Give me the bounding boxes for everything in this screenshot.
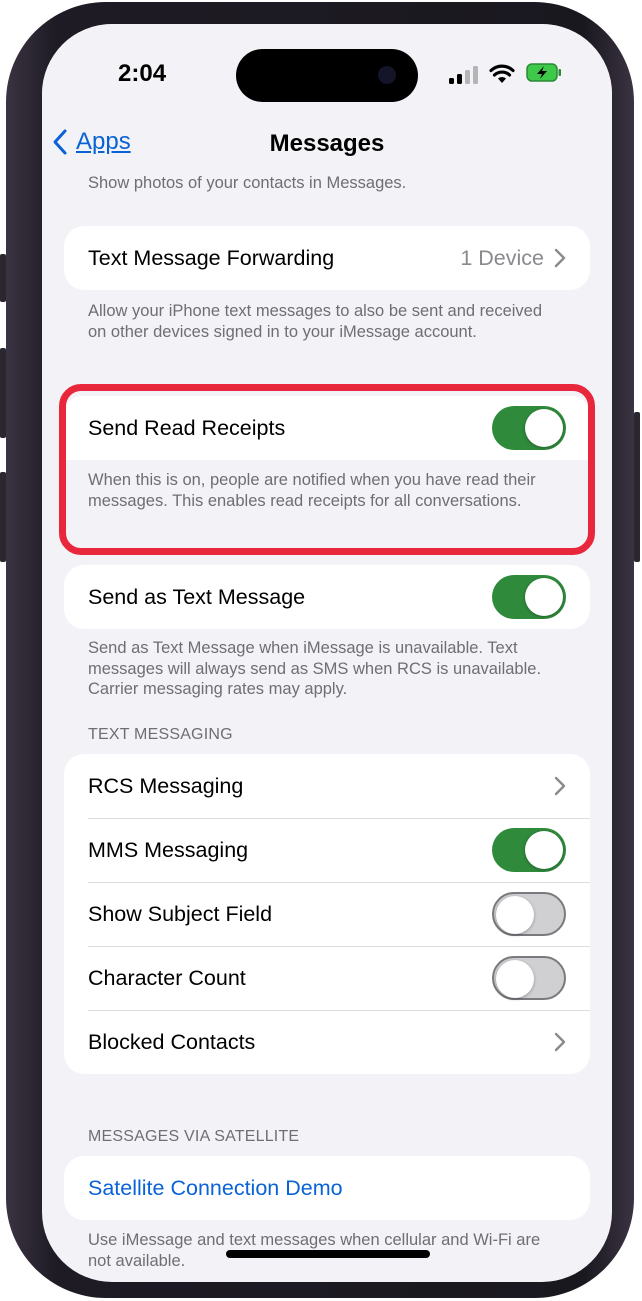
camera-icon	[378, 66, 396, 84]
cellular-signal-icon	[449, 66, 479, 84]
chevron-right-icon	[554, 248, 566, 268]
status-time: 2:04	[118, 60, 167, 87]
mms-messaging-label: MMS Messaging	[88, 837, 249, 862]
character-count-label: Character Count	[88, 965, 246, 990]
blocked-contacts-label: Blocked Contacts	[88, 1029, 256, 1054]
mms-messaging-toggle[interactable]	[492, 828, 566, 872]
forwarding-label: Text Message Forwarding	[88, 245, 335, 270]
satellite-demo-row[interactable]: Satellite Connection Demo	[64, 1156, 590, 1220]
send-as-text-toggle[interactable]	[492, 575, 566, 619]
forwarding-value: 1 Device	[460, 245, 544, 270]
text-messaging-group: RCS Messaging MMS Messaging Show Subject…	[64, 754, 590, 1074]
send-as-text-row[interactable]: Send as Text Message	[64, 565, 590, 629]
satellite-header: MESSAGES VIA SATELLITE	[88, 1128, 300, 1145]
volume-down-button	[0, 472, 6, 562]
action-button	[0, 254, 6, 302]
settings-content[interactable]: Show photos of your contacts in Messages…	[42, 24, 612, 1282]
highlight-box	[59, 384, 595, 555]
forwarding-group: Text Message Forwarding 1 Device	[64, 226, 590, 290]
show-subject-field-toggle[interactable]	[492, 892, 566, 936]
show-subject-field-row[interactable]: Show Subject Field	[64, 882, 590, 946]
send-as-text-footnote: Send as Text Message when iMessage is un…	[88, 639, 542, 698]
dynamic-island	[236, 49, 418, 102]
phone-frame: Show photos of your contacts in Messages…	[0, 2, 640, 1298]
rcs-messaging-row[interactable]: RCS Messaging	[64, 754, 590, 818]
satellite-group: Satellite Connection Demo	[64, 1156, 590, 1220]
battery-charging-icon	[526, 63, 561, 82]
contact-photos-footnote: Show photos of your contacts in Messages…	[88, 174, 407, 192]
power-button	[634, 412, 640, 562]
forwarding-footnote: Allow your iPhone text messages to also …	[88, 302, 543, 341]
chevron-right-icon	[554, 1032, 566, 1052]
satellite-demo-link[interactable]: Satellite Connection Demo	[88, 1176, 566, 1201]
home-indicator[interactable]	[226, 1250, 430, 1258]
page-title: Messages	[269, 130, 385, 157]
character-count-toggle[interactable]	[492, 956, 566, 1000]
send-as-text-label: Send as Text Message	[88, 584, 306, 609]
send-as-text-group: Send as Text Message	[64, 565, 590, 629]
wifi-icon	[489, 64, 515, 83]
blocked-contacts-row[interactable]: Blocked Contacts	[64, 1010, 590, 1074]
mms-messaging-row[interactable]: MMS Messaging	[64, 818, 590, 882]
text-messaging-header: TEXT MESSAGING	[88, 726, 233, 743]
chevron-right-icon	[554, 776, 566, 796]
text-message-forwarding-row[interactable]: Text Message Forwarding 1 Device	[64, 226, 590, 290]
navigation-bar: Apps Messages	[42, 119, 612, 175]
rcs-messaging-label: RCS Messaging	[88, 773, 244, 798]
show-subject-field-label: Show Subject Field	[88, 901, 273, 926]
volume-up-button	[0, 348, 6, 438]
character-count-row[interactable]: Character Count	[64, 946, 590, 1010]
screen: Show photos of your contacts in Messages…	[42, 24, 612, 1282]
